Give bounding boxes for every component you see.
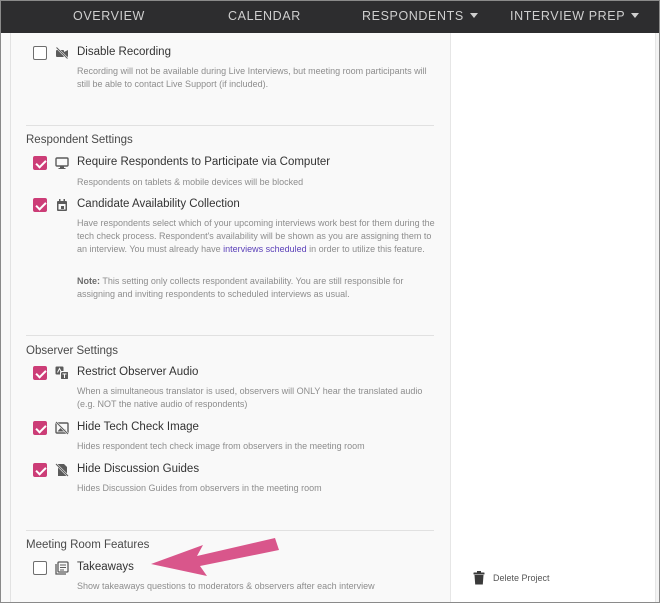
restrict-audio-description: When a simultaneous translator is used, … bbox=[77, 386, 423, 409]
translate-icon bbox=[55, 366, 69, 380]
takeaways-label: Takeaways bbox=[77, 561, 134, 573]
require-computer-checkbox[interactable] bbox=[33, 156, 47, 170]
document-off-icon bbox=[55, 463, 69, 477]
trash-icon bbox=[473, 571, 485, 585]
notes-icon bbox=[55, 561, 69, 575]
nav-overview-label: OVERVIEW bbox=[73, 9, 145, 23]
delete-project-button[interactable]: Delete Project bbox=[473, 571, 550, 585]
nav-overview[interactable]: OVERVIEW bbox=[73, 1, 145, 31]
nav-respondents[interactable]: RESPONDENTS bbox=[362, 1, 478, 31]
section-divider bbox=[26, 125, 434, 126]
nav-calendar-label: CALENDAR bbox=[228, 9, 301, 23]
calendar-icon bbox=[57, 199, 67, 211]
nav-calendar[interactable]: CALENDAR bbox=[228, 1, 301, 31]
hide-tech-check-checkbox[interactable] bbox=[33, 421, 47, 435]
takeaways-description: Show takeaways questions to moderators &… bbox=[77, 581, 375, 591]
require-computer-label: Require Respondents to Participate via C… bbox=[77, 156, 331, 168]
annotation-arrow-icon bbox=[151, 538, 279, 576]
app-window: OVERVIEW CALENDAR RESPONDENTS INTERVIEW … bbox=[0, 0, 660, 603]
require-computer-description: Respondents on tablets & mobile devices … bbox=[77, 177, 304, 187]
respondent-settings-heading: Respondent Settings bbox=[26, 134, 133, 146]
hide-guides-label: Hide Discussion Guides bbox=[77, 463, 200, 475]
scrollbar-track[interactable] bbox=[655, 33, 659, 602]
interviews-scheduled-link[interactable]: interviews scheduled bbox=[223, 244, 307, 254]
section-divider bbox=[26, 335, 434, 336]
settings-panel bbox=[11, 33, 450, 602]
right-sidebar bbox=[450, 33, 659, 602]
hide-guides-description: Hides Discussion Guides from observers i… bbox=[77, 483, 322, 493]
availability-note: Note: This setting only collects respond… bbox=[77, 275, 437, 301]
note-label: Note: bbox=[77, 276, 100, 286]
chevron-down-icon bbox=[631, 13, 640, 19]
nav-interview-prep-label: INTERVIEW PREP bbox=[510, 9, 626, 23]
hide-tech-check-description: Hides respondent tech check image from o… bbox=[77, 441, 365, 451]
hide-guides-checkbox[interactable] bbox=[33, 463, 47, 477]
nav-interview-prep[interactable]: INTERVIEW PREP bbox=[510, 1, 640, 31]
observer-settings-heading: Observer Settings bbox=[26, 345, 119, 357]
delete-project-label: Delete Project bbox=[493, 573, 550, 583]
disable-recording-label: Disable Recording bbox=[77, 46, 171, 58]
chevron-down-icon bbox=[469, 13, 478, 19]
video-off-icon bbox=[55, 46, 69, 60]
nav-respondents-label: RESPONDENTS bbox=[362, 9, 464, 23]
monitor-icon bbox=[55, 157, 69, 169]
meeting-room-heading: Meeting Room Features bbox=[26, 539, 150, 551]
image-off-icon bbox=[55, 421, 69, 435]
availability-description: Have respondents select which of your up… bbox=[77, 217, 437, 256]
disable-recording-checkbox[interactable] bbox=[33, 46, 47, 60]
availability-label: Candidate Availability Collection bbox=[77, 198, 240, 210]
disable-recording-description: Recording will not be available during L… bbox=[77, 66, 427, 89]
takeaways-checkbox[interactable] bbox=[33, 561, 47, 575]
note-text: This setting only collects respondent av… bbox=[77, 276, 404, 299]
restrict-audio-checkbox[interactable] bbox=[33, 366, 47, 380]
restrict-audio-label: Restrict Observer Audio bbox=[77, 366, 199, 378]
hide-tech-check-label: Hide Tech Check Image bbox=[77, 421, 199, 433]
top-navigation: OVERVIEW CALENDAR RESPONDENTS INTERVIEW … bbox=[1, 1, 659, 33]
availability-description-tail: in order to utilize this feature. bbox=[306, 244, 425, 254]
availability-checkbox[interactable] bbox=[33, 198, 47, 212]
